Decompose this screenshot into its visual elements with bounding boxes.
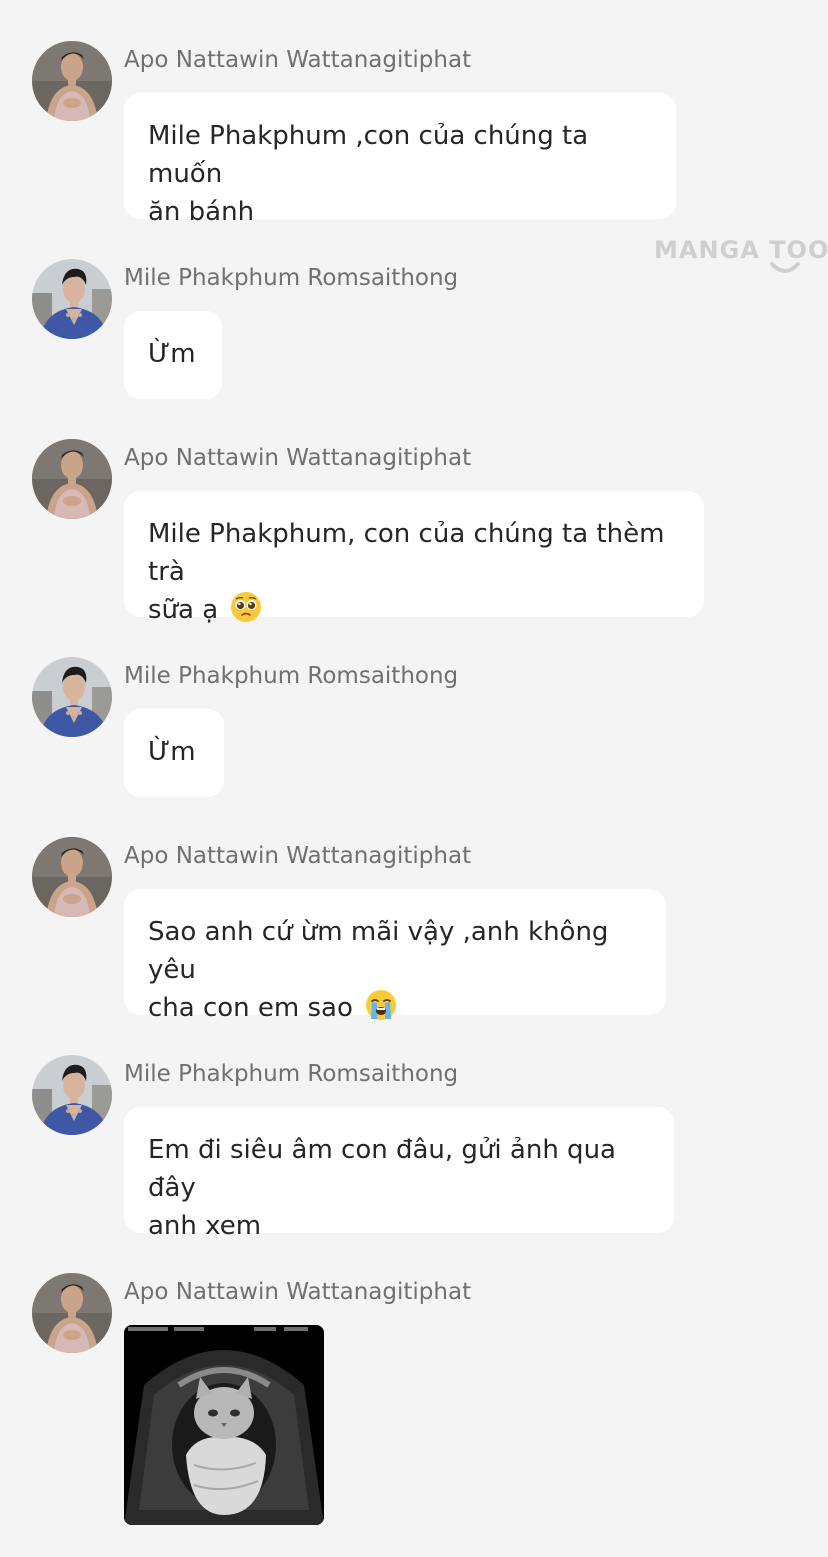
sender-name: Apo Nattawin Wattanagitiphat <box>124 843 472 869</box>
message-text-line: ăn bánh <box>148 197 255 227</box>
watermark-logo: MANGA TOON <box>654 236 828 264</box>
ultrasound-image[interactable] <box>124 1325 324 1525</box>
message-bubble[interactable]: Sao anh cứ ừm mãi vậy ,anh không yêu cha… <box>124 889 666 1023</box>
sender-name: Mile Phakphum Romsaithong <box>124 265 459 291</box>
avatar-apo[interactable] <box>32 439 112 519</box>
avatar-apo[interactable] <box>32 41 112 121</box>
watermark-smile-icon <box>770 262 800 273</box>
message-text-line-with-emoji: sữa ạ <box>148 591 680 629</box>
avatar-apo[interactable] <box>32 1273 112 1353</box>
sender-name: Mile Phakphum Romsaithong <box>124 1061 459 1087</box>
message-text-line: sữa ạ <box>148 595 219 625</box>
avatar-apo[interactable] <box>32 837 112 917</box>
message-bubble[interactable]: Em đi siêu âm con đâu, gửi ảnh qua đây a… <box>124 1107 674 1241</box>
avatar-mile[interactable] <box>32 657 112 737</box>
sender-name: Apo Nattawin Wattanagitiphat <box>124 445 472 471</box>
ultrasound-cat-photo <box>124 1325 324 1525</box>
message-text-line-with-emoji: cha con em sao <box>148 989 642 1027</box>
sender-name: Apo Nattawin Wattanagitiphat <box>124 1279 472 1305</box>
crying-face-emoji-icon <box>366 990 397 1020</box>
sender-name: Mile Phakphum Romsaithong <box>124 663 459 689</box>
sender-name: Apo Nattawin Wattanagitiphat <box>124 47 472 73</box>
message-text-line: Sao anh cứ ừm mãi vậy ,anh không yêu <box>148 917 609 985</box>
message-bubble[interactable]: Ừm <box>124 709 224 797</box>
message-bubble[interactable]: Mile Phakphum ,con của chúng ta muốn ăn … <box>124 93 676 227</box>
message-text-line: Mile Phakphum ,con của chúng ta muốn <box>148 121 589 189</box>
message-text-line: Ừm <box>148 339 196 369</box>
message-text-line: anh xem <box>148 1211 262 1241</box>
pleading-face-emoji-icon <box>231 592 262 622</box>
avatar-mile[interactable] <box>32 259 112 339</box>
message-text-line: cha con em sao <box>148 993 353 1023</box>
message-bubble[interactable]: Mile Phakphum, con của chúng ta thèm trà… <box>124 491 704 625</box>
message-text-line: Mile Phakphum, con của chúng ta thèm trà <box>148 519 665 587</box>
message-text-line: Ừm <box>148 737 196 767</box>
message-bubble[interactable]: Ừm <box>124 311 222 399</box>
avatar-mile[interactable] <box>32 1055 112 1135</box>
message-text-line: Em đi siêu âm con đâu, gửi ảnh qua đây <box>148 1135 616 1203</box>
